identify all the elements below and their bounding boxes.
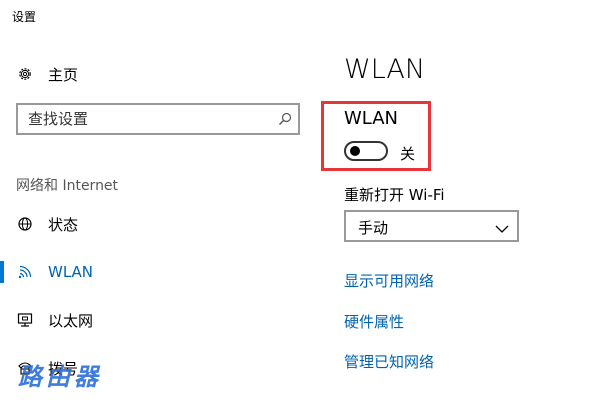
page-title: WLAN — [344, 54, 426, 85]
section-heading: 网络和 Internet — [16, 178, 119, 194]
globe-icon — [16, 215, 34, 233]
toggle-state-text: 关 — [400, 145, 416, 163]
home-label: 主页 — [48, 65, 79, 84]
settings-window: 设置 主页 网络和 Internet — [0, 0, 600, 400]
gear-icon — [16, 65, 34, 83]
hardware-properties-link[interactable]: 硬件属性 — [344, 311, 404, 332]
wlan-toggle-switch[interactable] — [344, 141, 388, 161]
sidebar-item-label: 状态 — [48, 215, 79, 234]
wlan-toggle-label: WLAN — [344, 108, 399, 129]
search-icon[interactable] — [278, 111, 292, 130]
reconnect-dropdown[interactable]: 手动 — [344, 210, 519, 242]
show-available-networks-link[interactable]: 显示可用网络 — [344, 270, 434, 291]
manage-known-networks-link[interactable]: 管理已知网络 — [344, 351, 434, 372]
sidebar-item-ethernet[interactable]: 以太网 — [0, 300, 300, 340]
wifi-icon — [16, 263, 34, 281]
chevron-down-icon — [495, 220, 509, 239]
search-box[interactable] — [16, 103, 300, 135]
sidebar-item-wlan[interactable]: WLAN — [0, 252, 300, 292]
toggle-knob — [350, 146, 360, 156]
sidebar-item-status[interactable]: 状态 — [0, 204, 300, 244]
dropdown-value: 手动 — [358, 219, 389, 237]
search-input[interactable] — [18, 105, 278, 133]
reconnect-label: 重新打开 Wi-Fi — [344, 186, 445, 204]
sidebar-item-label: 以太网 — [48, 311, 94, 330]
ethernet-icon — [16, 311, 34, 329]
watermark: 路由器 — [18, 362, 102, 391]
sidebar-item-label: WLAN — [48, 263, 94, 281]
window-title: 设置 — [12, 10, 37, 24]
home-nav-item[interactable]: 主页 — [16, 60, 78, 88]
